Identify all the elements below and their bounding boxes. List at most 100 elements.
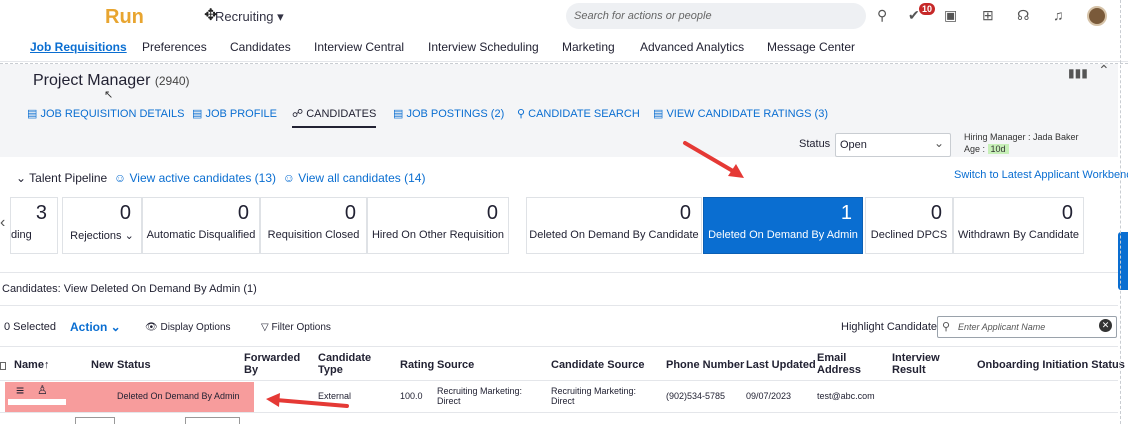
col-forwarded-by[interactable]: Forwarded By bbox=[244, 352, 304, 376]
highlight-label: Highlight Candidate bbox=[841, 321, 938, 333]
search-placeholder: Search for actions or people bbox=[574, 10, 712, 22]
tile-label: Automatic Disqualified bbox=[146, 229, 256, 241]
col-candidate-source[interactable]: Candidate Source bbox=[551, 359, 645, 371]
notification-count-badge: 10 bbox=[919, 3, 936, 15]
nav-marketing[interactable]: Marketing bbox=[562, 40, 615, 54]
pipeline-tile-withdrawn-by-candidate[interactable]: 0 Withdrawn By Candidate bbox=[953, 197, 1084, 254]
col-name[interactable]: Name↑ bbox=[14, 359, 49, 371]
tab-job-profile[interactable]: ▤ JOB PROFILE bbox=[192, 107, 277, 120]
next-row-cell bbox=[185, 417, 240, 424]
select-all-checkbox[interactable] bbox=[0, 362, 6, 370]
apps-icon[interactable]: ⊞ bbox=[982, 7, 994, 24]
nav-preferences[interactable]: Preferences bbox=[142, 40, 207, 54]
tab-candidate-search[interactable]: ⚲ CANDIDATE SEARCH bbox=[517, 107, 640, 120]
view-active-label: View active candidates (13) bbox=[129, 171, 277, 185]
search-icon: ⚲ bbox=[942, 321, 951, 333]
tile-count: 0 bbox=[1061, 202, 1073, 224]
filter-options-label: Filter Options bbox=[271, 322, 331, 333]
requisition-id: (2940) bbox=[154, 74, 190, 88]
menu-icon[interactable]: ≡ bbox=[16, 382, 24, 398]
tab-label: CANDIDATES bbox=[306, 108, 377, 120]
hiring-manager: Hiring Manager : Jada Baker bbox=[964, 132, 1079, 142]
pipeline-tile-deleted-by-admin[interactable]: 1 Deleted On Demand By Admin bbox=[703, 197, 863, 254]
global-search[interactable]: Search for actions or people bbox=[566, 3, 866, 29]
pipeline-tile-hired-on-other-requisition[interactable]: 0 Hired On Other Requisition bbox=[367, 197, 509, 254]
highlight-candidate-input[interactable]: ⚲ Enter Applicant Name ✕ bbox=[937, 316, 1117, 338]
age-label: Age : bbox=[964, 144, 986, 154]
row-candidate-source: Recruiting Marketing: Direct bbox=[551, 386, 637, 406]
status-select[interactable]: Open bbox=[835, 133, 951, 157]
pipeline-tile-deleted-by-candidate[interactable]: 0 Deleted On Demand By Candidate bbox=[526, 197, 702, 254]
pipeline-tile-declined-dpcs[interactable]: 0 Declined DPCS bbox=[865, 197, 953, 254]
collapse-icon[interactable]: ⌃ bbox=[1098, 62, 1110, 79]
tile-label: Withdrawn By Candidate bbox=[957, 229, 1080, 241]
col-new[interactable]: New bbox=[91, 359, 114, 371]
chevron-left-icon[interactable]: ‹ bbox=[0, 214, 5, 232]
person-icon: ♙ bbox=[37, 383, 48, 397]
chat-icon[interactable]: ▣ bbox=[944, 7, 957, 24]
col-last-updated[interactable]: Last Updated bbox=[746, 359, 816, 371]
talent-pipeline-title[interactable]: ⌄ Talent Pipeline ☺ View active candidat… bbox=[16, 171, 425, 185]
list-section-label: Candidates: View Deleted On Demand By Ad… bbox=[2, 283, 257, 295]
col-interview-result[interactable]: Interview Result bbox=[892, 352, 947, 376]
view-active-link[interactable]: ☺ View active candidates (13) bbox=[114, 171, 276, 185]
display-options-button[interactable]: 👁 Display Options bbox=[145, 322, 231, 333]
tile-count: 0 bbox=[486, 202, 498, 224]
display-options-label: Display Options bbox=[160, 322, 231, 333]
nav-advanced-analytics[interactable]: Advanced Analytics bbox=[640, 40, 744, 54]
support-icon[interactable]: ☊ bbox=[1017, 7, 1029, 24]
switch-workbench-link[interactable]: Switch to Latest Applicant Workbench bbox=[954, 169, 1128, 181]
redacted-name bbox=[8, 399, 66, 405]
tile-count: 0 bbox=[119, 202, 131, 224]
col-onboarding-status[interactable]: Onboarding Initiation Status bbox=[977, 359, 1125, 371]
nav-interview-scheduling[interactable]: Interview Scheduling bbox=[428, 40, 539, 54]
avatar[interactable] bbox=[1087, 6, 1107, 26]
chart-icon[interactable]: ▮▮▮ bbox=[1068, 66, 1088, 80]
row-source: Recruiting Marketing: Direct bbox=[437, 386, 523, 406]
col-rating[interactable]: Rating bbox=[400, 359, 434, 371]
view-all-link[interactable]: ☺ View all candidates (14) bbox=[283, 171, 426, 185]
status-label: Status bbox=[799, 138, 831, 150]
pipeline-tile-ding[interactable]: 3 ding bbox=[10, 197, 58, 254]
row-status: Deleted On Demand By Admin bbox=[117, 391, 240, 401]
filter-options-button[interactable]: ▽ Filter Options bbox=[261, 322, 331, 333]
tab-label: JOB PROFILE bbox=[205, 108, 277, 120]
nav-job-requisitions[interactable]: Job Requisitions bbox=[30, 40, 127, 54]
todo-icon[interactable]: ✔ bbox=[908, 7, 920, 24]
col-status[interactable]: Status bbox=[117, 359, 151, 371]
next-row-cell bbox=[75, 417, 115, 424]
row-phone: (902)534-5785 bbox=[666, 391, 726, 401]
tab-job-requisition-details[interactable]: ▤ JOB REQUISITION DETAILS bbox=[27, 107, 185, 120]
tile-count: 0 bbox=[237, 202, 249, 224]
pipeline-tile-requisition-closed[interactable]: 0 Requisition Closed bbox=[260, 197, 367, 254]
clear-icon[interactable]: ✕ bbox=[1099, 319, 1112, 332]
col-email-address[interactable]: Email Address bbox=[817, 352, 867, 376]
hiring-manager-info: Hiring Manager : Jada Baker Age : 10d bbox=[964, 131, 1079, 155]
bell-icon[interactable]: ♫ bbox=[1053, 7, 1064, 23]
pipeline-tile-rejections[interactable]: 0 Rejections ⌄ bbox=[62, 197, 142, 254]
col-phone-number[interactable]: Phone Number bbox=[666, 359, 744, 371]
search-icon[interactable]: ⚲ bbox=[877, 7, 887, 24]
tab-job-postings[interactable]: ▤ JOB POSTINGS (2) bbox=[393, 107, 504, 120]
tab-candidates[interactable]: ☍ CANDIDATES bbox=[292, 107, 377, 128]
selected-count: 0 Selected bbox=[4, 321, 56, 333]
annotation-arrow-icon bbox=[683, 141, 744, 178]
pointer-cursor-icon: ↖ bbox=[104, 89, 114, 101]
divider bbox=[1120, 0, 1121, 424]
nav-candidates[interactable]: Candidates bbox=[230, 40, 291, 54]
action-menu[interactable]: Action ⌄ bbox=[70, 320, 121, 334]
tab-view-candidate-ratings[interactable]: ▤ VIEW CANDIDATE RATINGS (3) bbox=[653, 107, 828, 120]
tile-label: Deleted On Demand By Candidate bbox=[529, 229, 699, 241]
requisition-title: Project Manager bbox=[33, 72, 151, 89]
tile-count: 0 bbox=[344, 202, 356, 224]
tile-label: Rejections ⌄ bbox=[70, 230, 134, 242]
tab-label: JOB REQUISITION DETAILS bbox=[40, 108, 185, 120]
nav-message-center[interactable]: Message Center bbox=[767, 40, 855, 54]
tile-count: 0 bbox=[930, 202, 942, 224]
pipeline-tile-automatic-disqualified[interactable]: 0 Automatic Disqualified bbox=[142, 197, 260, 254]
nav-interview-central[interactable]: Interview Central bbox=[314, 40, 404, 54]
col-candidate-type[interactable]: Candidate Type bbox=[318, 352, 378, 376]
col-source[interactable]: Source bbox=[437, 359, 474, 371]
row-email[interactable]: test@abc.com bbox=[817, 391, 875, 401]
module-switcher[interactable]: Recruiting ▾ bbox=[215, 9, 284, 25]
